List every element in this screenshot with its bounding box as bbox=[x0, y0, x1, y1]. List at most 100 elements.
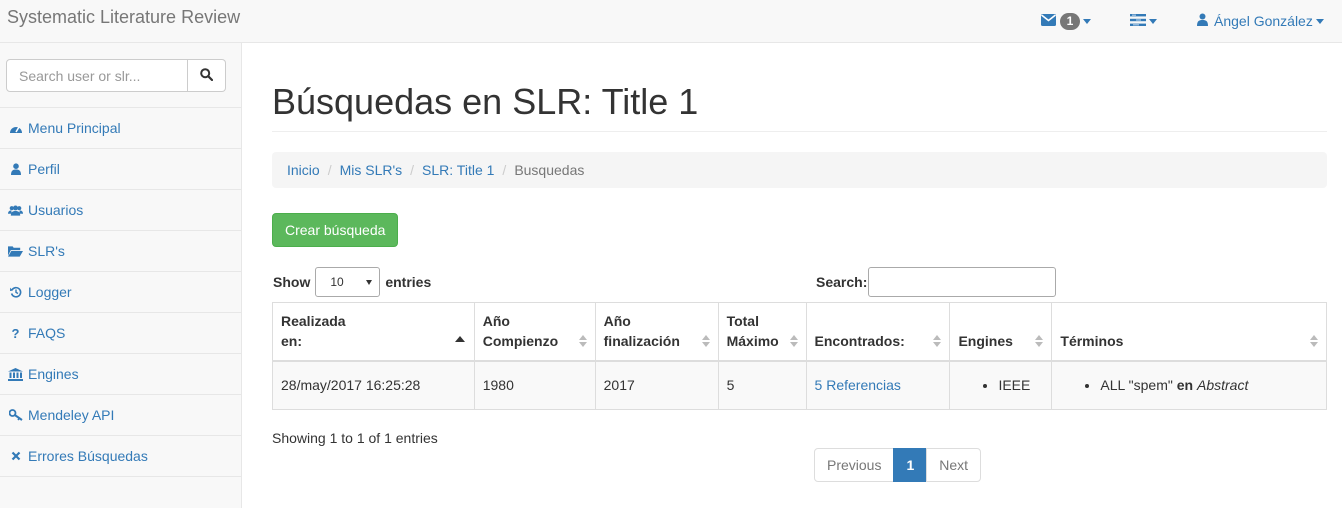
sidebar-item-label: FAQS bbox=[28, 325, 66, 341]
sidebar-item-label: Mendeley API bbox=[28, 407, 115, 423]
sort-icon bbox=[1035, 335, 1044, 347]
sort-icon bbox=[1310, 335, 1318, 347]
page-length-value: 10 bbox=[330, 275, 344, 289]
cell-encontrados: 5 Referencias bbox=[805, 360, 951, 410]
breadcrumb-separator: / bbox=[410, 162, 415, 178]
question-icon: ? bbox=[11, 325, 20, 341]
sidebar-item-slrs[interactable]: SLR's bbox=[0, 231, 241, 272]
tasks-dropdown[interactable] bbox=[1130, 0, 1157, 42]
term-connector: en bbox=[1176, 377, 1194, 394]
search-input[interactable] bbox=[6, 59, 188, 92]
sidebar-item-usuarios[interactable]: Usuarios bbox=[0, 190, 241, 231]
sort-icon bbox=[933, 335, 942, 347]
breadcrumb-slr-title[interactable]: SLR: Title 1 bbox=[422, 162, 494, 178]
bank-icon bbox=[8, 367, 23, 381]
sidebar-item-mendeley-api[interactable]: Mendeley API bbox=[0, 395, 241, 436]
dashboard-icon bbox=[8, 121, 23, 135]
sort-icon bbox=[578, 335, 587, 347]
search-button[interactable] bbox=[188, 59, 226, 92]
pagination-next[interactable]: Next bbox=[926, 448, 982, 482]
sidebar-item-errores-busquedas[interactable]: Errores Búsquedas bbox=[0, 436, 241, 477]
sidebar-item-engines[interactable]: Engines bbox=[0, 354, 241, 395]
references-link[interactable]: 5 Referencias bbox=[815, 377, 901, 393]
column-header-terminos[interactable]: Términos bbox=[1051, 302, 1327, 362]
sidebar-item-label: Perfil bbox=[28, 161, 60, 177]
searches-table: Realizada en: Año Compienzo Año finaliza… bbox=[272, 302, 1327, 410]
table-header-row: Realizada en: Año Compienzo Año finaliza… bbox=[272, 302, 1327, 362]
chevron-down-icon bbox=[1149, 18, 1157, 24]
page-title: Búsquedas en SLR: Title 1 bbox=[272, 81, 699, 122]
times-icon bbox=[8, 449, 23, 463]
breadcrumb-inicio[interactable]: Inicio bbox=[287, 162, 320, 178]
breadcrumb-separator: / bbox=[327, 162, 332, 178]
column-header-label: Total Máximo bbox=[726, 313, 779, 349]
column-header-total-max[interactable]: Total Máximo bbox=[717, 302, 807, 362]
cell-total-max: 5 bbox=[717, 360, 807, 410]
sidebar: Menu Principal Perfil Usuarios SLR's Log… bbox=[0, 43, 242, 508]
sidebar-item-menu-principal[interactable]: Menu Principal bbox=[0, 108, 241, 149]
sidebar-item-faqs[interactable]: ? FAQS bbox=[0, 313, 241, 354]
key-icon bbox=[8, 408, 23, 422]
brand-title[interactable]: Systematic Literature Review bbox=[7, 7, 240, 28]
messages-dropdown[interactable]: 1 bbox=[1041, 0, 1091, 42]
sort-icon bbox=[701, 335, 710, 347]
column-header-label: Año Compienzo bbox=[482, 313, 559, 349]
column-header-label: Engines bbox=[958, 333, 1013, 349]
sidebar-item-logger[interactable]: Logger bbox=[0, 272, 241, 313]
breadcrumb-current: Busquedas bbox=[514, 162, 585, 178]
cell-anio-comienzo: 1980 bbox=[473, 360, 596, 410]
chevron-down-icon bbox=[1315, 18, 1324, 24]
breadcrumb-separator: / bbox=[502, 162, 507, 178]
entries-label: entries bbox=[385, 274, 432, 290]
sort-asc-icon bbox=[454, 336, 465, 342]
cell-anio-fin: 2017 bbox=[594, 360, 719, 410]
sidebar-item-label: Engines bbox=[28, 366, 79, 382]
term-item: ALL "spem" en Abstract bbox=[1100, 375, 1318, 395]
column-header-anio-fin[interactable]: Año finalización bbox=[594, 302, 719, 362]
chevron-down-icon bbox=[1083, 18, 1091, 24]
messages-badge: 1 bbox=[1060, 12, 1080, 30]
sidebar-item-perfil[interactable]: Perfil bbox=[0, 149, 241, 190]
user-dropdown[interactable]: Ángel González bbox=[1197, 0, 1324, 42]
show-label: Show bbox=[273, 274, 311, 290]
sidebar-item-label: Logger bbox=[28, 284, 72, 300]
page-length-select[interactable]: 10 bbox=[315, 267, 381, 297]
folder-open-icon bbox=[8, 244, 23, 258]
column-header-encontrados[interactable]: Encontrados: bbox=[805, 302, 951, 362]
cell-realizada: 28/may/2017 16:25:28 bbox=[272, 360, 475, 410]
sidebar-search bbox=[6, 59, 226, 92]
breadcrumb-mis-slrs[interactable]: Mis SLR's bbox=[340, 162, 403, 178]
sidebar-item-label: Menu Principal bbox=[28, 120, 121, 136]
column-header-label: Año finalización bbox=[603, 313, 680, 349]
table-row: 28/may/2017 16:25:28 1980 2017 5 5 Refer… bbox=[272, 360, 1327, 410]
pagination-page-1[interactable]: 1 bbox=[893, 448, 928, 482]
title-divider bbox=[272, 131, 1327, 132]
table-info: Showing 1 to 1 of 1 entries bbox=[272, 430, 438, 446]
pagination-previous[interactable]: Previous bbox=[814, 448, 895, 482]
cell-terminos: ALL "spem" en Abstract bbox=[1051, 360, 1327, 410]
table-search-input[interactable] bbox=[868, 267, 1057, 297]
column-header-realizada[interactable]: Realizada en: bbox=[272, 302, 475, 362]
users-icon bbox=[8, 203, 23, 217]
search-icon bbox=[200, 67, 214, 84]
pagination: Previous 1 Next bbox=[814, 448, 982, 482]
column-header-anio-comienzo[interactable]: Año Compienzo bbox=[473, 302, 596, 362]
engine-item: IEEE bbox=[998, 375, 1043, 395]
breadcrumb: Inicio / Mis SLR's / SLR: Title 1 / Busq… bbox=[272, 152, 1327, 188]
column-header-label: Términos bbox=[1060, 333, 1124, 349]
top-navbar: Systematic Literature Review 1 Ángel Gon… bbox=[0, 0, 1342, 43]
sidebar-item-label: Usuarios bbox=[28, 202, 84, 218]
create-search-button[interactable]: Crear búsqueda bbox=[272, 213, 399, 247]
column-header-label: Realizada en: bbox=[281, 313, 346, 349]
column-header-engines[interactable]: Engines bbox=[949, 302, 1053, 362]
cell-engines: IEEE bbox=[949, 360, 1053, 410]
sidebar-item-label: SLR's bbox=[28, 243, 65, 259]
sort-icon bbox=[789, 335, 798, 347]
table-filter: Search: bbox=[816, 267, 1057, 297]
envelope-icon bbox=[1041, 13, 1056, 29]
user-icon bbox=[1197, 13, 1208, 29]
user-icon bbox=[8, 162, 23, 176]
chevron-down-icon bbox=[366, 280, 373, 285]
history-icon bbox=[8, 285, 23, 299]
sidebar-item-label: Errores Búsquedas bbox=[28, 448, 148, 464]
